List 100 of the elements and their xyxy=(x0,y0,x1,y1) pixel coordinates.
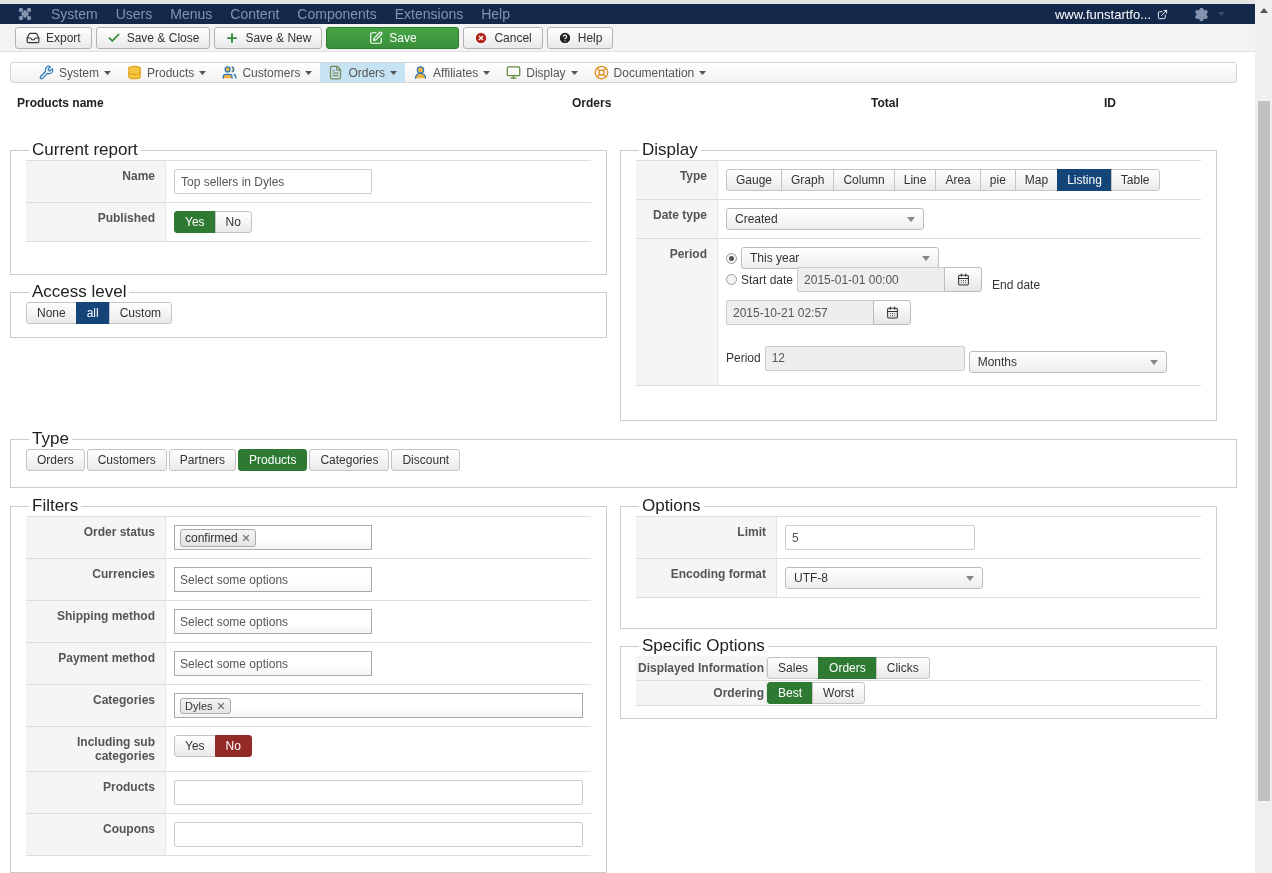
menu-item[interactable]: Menus xyxy=(170,6,213,23)
toggle-option[interactable]: Graph xyxy=(781,169,835,191)
field-label: Date type xyxy=(636,200,718,239)
calendar-button[interactable] xyxy=(944,267,983,292)
toggle-option[interactable]: Gauge xyxy=(726,169,783,191)
edit-icon xyxy=(369,30,384,45)
toggle-option[interactable]: No xyxy=(214,211,252,233)
submenu-item[interactable]: Orders xyxy=(320,63,406,82)
multiselect-field[interactable]: confirmed xyxy=(174,525,372,550)
toggle-option[interactable]: Listing xyxy=(1057,169,1112,191)
toggle-option[interactable]: No xyxy=(214,735,252,757)
text-field[interactable] xyxy=(174,780,583,805)
field-label: Including sub categories xyxy=(26,727,166,772)
radio-button[interactable] xyxy=(726,274,737,285)
caret-icon xyxy=(199,70,207,75)
multiselect-field[interactable]: Select some options xyxy=(174,609,372,634)
menu-item[interactable]: Extensions xyxy=(394,6,464,23)
toggle-option[interactable]: Best xyxy=(767,682,814,704)
caret-icon xyxy=(1218,12,1225,17)
toolbar-button[interactable]: Save & New xyxy=(214,26,323,49)
caret-icon xyxy=(570,70,578,75)
select-field[interactable]: Months xyxy=(968,351,1167,373)
toolbar-button[interactable]: Export xyxy=(15,26,92,49)
select-field[interactable]: This year xyxy=(741,247,939,269)
monitor-icon xyxy=(506,65,522,80)
toggle-option[interactable]: Clicks xyxy=(875,657,930,679)
toggle-option[interactable]: Yes xyxy=(174,735,216,757)
select-field[interactable]: UTF-8 xyxy=(785,567,983,589)
menu-item[interactable]: System xyxy=(51,6,98,23)
toggle-option[interactable]: Orders xyxy=(818,657,877,679)
calendar-button[interactable] xyxy=(873,300,911,325)
type-option[interactable]: Discount xyxy=(391,449,461,471)
remove-icon[interactable] xyxy=(240,532,251,543)
submenu-item[interactable]: Display xyxy=(498,63,586,82)
section-title: Display xyxy=(641,140,699,160)
toggle-option[interactable]: Sales xyxy=(767,657,820,679)
field-label: Period xyxy=(636,239,718,386)
field-label: Limit xyxy=(636,517,777,559)
scrollbar[interactable] xyxy=(1255,0,1272,873)
section-title: Filters xyxy=(31,496,80,516)
type-option[interactable]: Customers xyxy=(86,449,167,471)
field-label: Ordering xyxy=(636,681,768,706)
type-option[interactable]: Partners xyxy=(168,449,237,471)
toggle-option[interactable]: Custom xyxy=(108,302,173,324)
toolbar-button[interactable]: Help xyxy=(546,26,614,49)
submenu-item[interactable]: System xyxy=(31,63,119,82)
toggle-option[interactable]: Worst xyxy=(812,682,866,704)
multiselect-field[interactable]: Dyles xyxy=(174,693,583,718)
multiselect-field[interactable]: Select some options xyxy=(174,651,372,676)
users-icon xyxy=(222,65,238,80)
section-title: Access level xyxy=(31,282,128,302)
submenu-item[interactable]: Customers xyxy=(214,63,321,82)
type-option[interactable]: Categories xyxy=(309,449,390,471)
remove-icon[interactable] xyxy=(215,700,226,711)
date-field[interactable]: 2015-10-21 02:57 xyxy=(726,300,874,325)
menu-item[interactable]: Content xyxy=(230,6,280,23)
field-label: End date xyxy=(992,277,1041,292)
text-field[interactable]: Top sellers in Dyles xyxy=(174,169,372,194)
section-title: Specific Options xyxy=(641,636,766,656)
field-label: Period xyxy=(726,351,761,365)
type-option[interactable]: Products xyxy=(238,449,308,471)
menu-item[interactable]: Users xyxy=(115,6,153,23)
toggle-option[interactable]: pie xyxy=(979,169,1016,191)
column-header: ID xyxy=(1104,96,1117,110)
multiselect-field[interactable]: Select some options xyxy=(174,567,372,592)
number-field[interactable]: 12 xyxy=(764,345,965,371)
lifebuoy-icon xyxy=(593,65,609,80)
toggle-option[interactable]: Column xyxy=(833,169,895,191)
toolbar-button[interactable]: Cancel xyxy=(463,26,543,49)
toggle-option[interactable]: all xyxy=(75,302,110,324)
section-title: Current report xyxy=(31,140,139,160)
menu-item[interactable]: Components xyxy=(297,6,377,23)
text-field[interactable]: 5 xyxy=(785,525,975,550)
toggle-option[interactable]: Yes xyxy=(174,211,216,233)
column-header: Orders xyxy=(572,96,613,110)
toolbar-button[interactable]: Save xyxy=(326,26,460,49)
tray-icon xyxy=(26,30,40,45)
menu-item[interactable]: Help xyxy=(481,6,510,23)
logo-icon[interactable] xyxy=(18,7,32,22)
scroll-up-icon[interactable] xyxy=(1259,8,1268,13)
submenu-item[interactable]: Affiliates xyxy=(405,63,499,82)
calendar-icon xyxy=(885,306,899,319)
settings-icon[interactable] xyxy=(1194,6,1209,22)
site-link[interactable]: www.funstartfo... xyxy=(1054,6,1151,22)
submenu-item[interactable]: Documentation xyxy=(585,63,715,82)
toggle-option[interactable]: Table xyxy=(1110,169,1160,191)
toggle-option[interactable]: Map xyxy=(1014,169,1059,191)
scrollbar-thumb[interactable] xyxy=(1257,101,1270,801)
select-field[interactable]: Created xyxy=(726,208,924,230)
submenu-item[interactable]: Products xyxy=(119,63,215,82)
text-field[interactable] xyxy=(174,822,583,847)
radio-button[interactable] xyxy=(726,252,737,264)
toggle-option[interactable]: Area xyxy=(935,169,981,191)
toggle-option[interactable]: Line xyxy=(893,169,937,191)
field-label: Displayed Information xyxy=(636,656,768,681)
toggle-option[interactable]: None xyxy=(26,302,77,324)
type-option[interactable]: Orders xyxy=(26,449,85,471)
caret-icon xyxy=(305,70,313,75)
toolbar-button[interactable]: Save & Close xyxy=(95,26,211,49)
date-field[interactable]: 2015-01-01 00:00 xyxy=(797,267,946,292)
